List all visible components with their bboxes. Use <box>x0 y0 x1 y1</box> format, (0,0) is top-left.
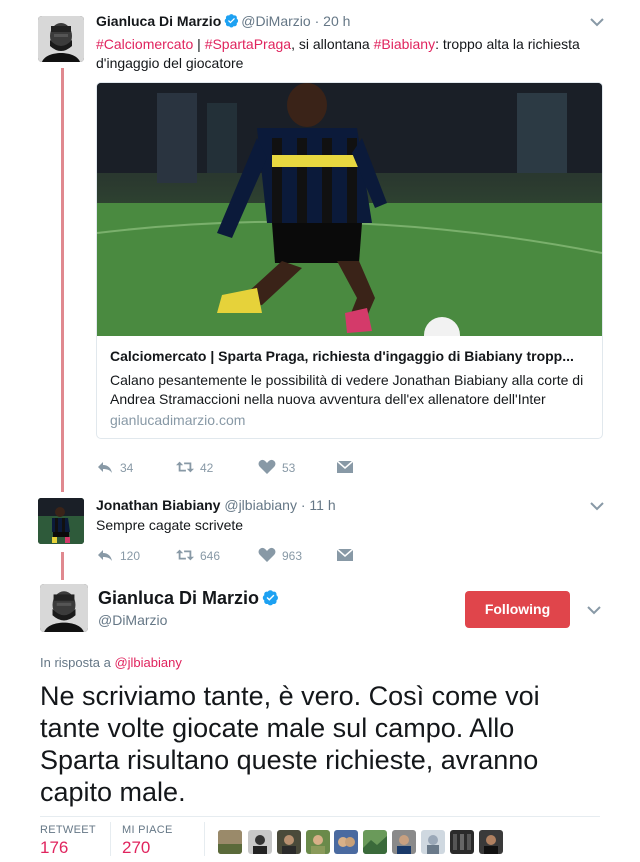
hashtag[interactable]: #SpartaPraga <box>205 36 291 52</box>
direct-message-button[interactable] <box>336 547 360 563</box>
reply-button[interactable]: 34 <box>96 459 133 475</box>
like-button[interactable]: 53 <box>258 459 295 475</box>
reply-mention[interactable]: @jlbiabiany <box>114 655 181 670</box>
reply-icon <box>98 550 112 561</box>
liker-avatar[interactable] <box>363 830 387 854</box>
hashtag[interactable]: #Calciomercato <box>96 36 193 52</box>
avatar[interactable] <box>40 584 88 632</box>
author-name[interactable]: Jonathan Biabiany <box>96 497 220 513</box>
retweet-icon <box>176 461 194 473</box>
like-icon <box>258 547 276 562</box>
direct-message-button[interactable] <box>336 459 360 475</box>
liker-avatar[interactable] <box>218 830 242 854</box>
direct-message-icon <box>336 460 354 473</box>
card-domain: gianlucadimarzio.com <box>110 412 246 428</box>
liker-avatar[interactable] <box>248 830 272 854</box>
retweet-stat-label: RETWEET <box>40 824 96 836</box>
card-title[interactable]: Calciomercato | Sparta Praga, richiesta … <box>110 348 590 364</box>
author-handle[interactable]: @DiMarzio <box>98 612 167 628</box>
like-stat-label: MI PIACE <box>122 824 173 836</box>
liker-avatar[interactable] <box>306 830 330 854</box>
separator-dot: · <box>314 13 320 29</box>
link-card[interactable]: Calciomercato | Sparta Praga, richiesta … <box>96 82 603 439</box>
retweet-button[interactable]: 42 <box>176 459 213 475</box>
liker-avatar[interactable] <box>392 830 416 854</box>
thread-line <box>61 68 64 492</box>
like-icon <box>258 459 276 474</box>
liker-avatar[interactable] <box>450 830 474 854</box>
hashtag[interactable]: #Biabiany <box>374 36 436 52</box>
tweet-header: Gianluca Di Marzio @DiMarzio · 20 h <box>96 13 350 29</box>
retweet-stat[interactable]: RETWEET 176 <box>40 824 96 858</box>
verified-badge-icon <box>262 590 278 606</box>
author-handle[interactable]: @DiMarzio <box>241 13 310 29</box>
author-name[interactable]: Gianluca Di Marzio <box>96 13 221 29</box>
tweet-text: #Calciomercato | #SpartaPraga, si allont… <box>96 35 616 73</box>
verified-badge-icon <box>224 14 239 28</box>
avatar[interactable] <box>38 498 84 544</box>
thread-line <box>61 552 64 580</box>
chevron-down-icon[interactable] <box>590 17 604 27</box>
text-fragment: | <box>193 36 205 52</box>
tweet-actions: 120 646 963 <box>96 547 396 567</box>
card-image <box>97 83 602 336</box>
tweet-actions: 34 42 53 <box>96 459 396 479</box>
retweet-count: 42 <box>200 461 214 475</box>
like-button[interactable]: 963 <box>258 547 302 563</box>
like-stat[interactable]: MI PIACE 270 <box>122 824 173 858</box>
following-button[interactable]: Following <box>465 591 570 628</box>
avatar[interactable] <box>38 16 84 62</box>
reply-prefix: In risposta a <box>40 655 115 670</box>
retweet-button[interactable]: 646 <box>176 547 220 563</box>
tweet-text: Sempre cagate scrivete <box>96 517 244 533</box>
chevron-down-icon[interactable] <box>587 605 601 615</box>
divider <box>40 816 600 817</box>
reply-count: 34 <box>120 461 134 475</box>
divider <box>204 822 205 856</box>
like-count: 53 <box>282 461 296 475</box>
liker-avatar[interactable] <box>334 830 358 854</box>
timestamp[interactable]: 11 h <box>309 497 335 513</box>
direct-message-icon <box>336 548 354 561</box>
retweet-count: 646 <box>200 549 221 563</box>
like-stat-value: 270 <box>122 838 151 857</box>
tweet-text: Ne scriviamo tante, è vero. Così come vo… <box>40 681 540 807</box>
reply-context: In risposta a @jlbiabiany <box>40 655 182 670</box>
reply-button[interactable]: 120 <box>96 547 140 563</box>
author-name-text: Gianluca Di Marzio <box>98 588 260 608</box>
divider <box>110 822 111 856</box>
liker-avatar[interactable] <box>421 830 445 854</box>
text-fragment: , si allontana <box>291 36 374 52</box>
reply-icon <box>98 462 112 473</box>
timestamp[interactable]: 20 h <box>323 13 350 29</box>
chevron-down-icon[interactable] <box>590 501 604 511</box>
separator-dot: · <box>300 497 306 513</box>
retweet-icon <box>176 549 194 561</box>
liker-avatar[interactable] <box>479 830 503 854</box>
tweet-header: Jonathan Biabiany @jlbiabiany · 11 h <box>96 497 336 513</box>
reply-count: 120 <box>120 549 141 563</box>
retweet-stat-value: 176 <box>40 838 69 857</box>
card-description: Calano pesantemente le possibilità di ve… <box>110 372 584 407</box>
liker-avatar[interactable] <box>277 830 301 854</box>
author-handle[interactable]: @jlbiabiany <box>224 497 297 513</box>
author-name[interactable]: Gianluca Di Marzio <box>98 588 281 609</box>
like-count: 963 <box>282 549 303 563</box>
